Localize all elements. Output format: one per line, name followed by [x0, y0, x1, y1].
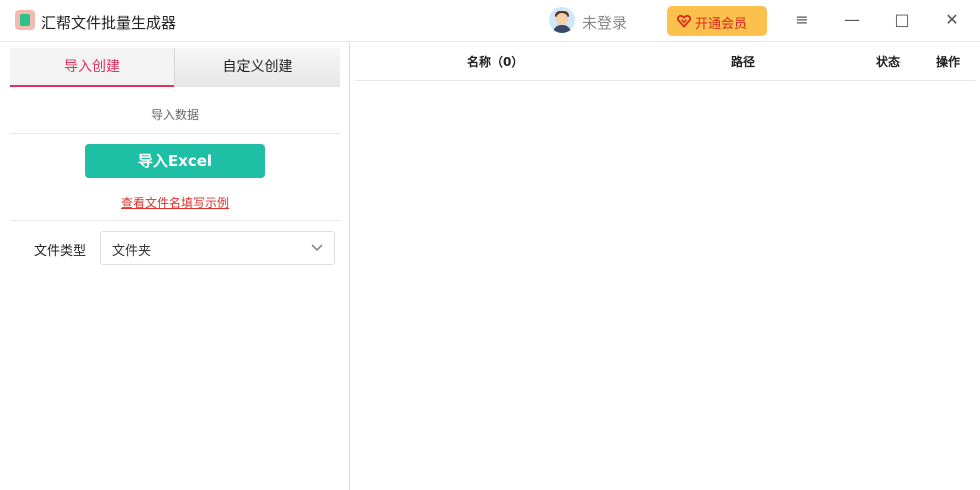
file-type-value: 文件夹	[112, 244, 152, 259]
column-name[interactable]: 名称（0）	[467, 53, 523, 70]
file-type-select[interactable]: 文件夹	[100, 231, 335, 265]
column-status[interactable]: 状态	[876, 53, 900, 70]
tab-custom-create[interactable]: 自定义创建	[174, 48, 340, 87]
divider	[10, 133, 340, 134]
title-bar: 汇帮文件批量生成器 未登录 开通会员 ≡ — □ ✕	[0, 0, 980, 42]
file-type-label: 文件类型	[34, 244, 87, 259]
tab-import-create[interactable]: 导入创建	[10, 48, 174, 87]
menu-icon[interactable]: ≡	[791, 9, 813, 31]
heart-diamond-icon	[677, 14, 691, 28]
column-action[interactable]: 操作	[936, 53, 960, 70]
maximize-icon[interactable]: □	[891, 9, 913, 31]
app-title: 汇帮文件批量生成器	[41, 14, 177, 32]
divider	[10, 220, 340, 221]
chevron-down-icon	[311, 244, 323, 252]
vip-button-label: 开通会员	[695, 17, 748, 32]
app-logo-icon	[15, 10, 35, 30]
minimize-icon[interactable]: —	[841, 9, 863, 31]
import-excel-button[interactable]: 导入Excel	[85, 144, 265, 178]
filename-example-link[interactable]: 查看文件名填写示例	[10, 194, 340, 211]
vip-button[interactable]: 开通会员	[667, 6, 767, 36]
user-avatar-icon[interactable]	[549, 7, 575, 33]
section-label: 导入数据	[150, 108, 199, 122]
column-path[interactable]: 路径	[731, 53, 755, 70]
table-header: 名称（0） 路径 状态 操作	[355, 42, 975, 81]
tab-bar: 导入创建 自定义创建	[10, 48, 340, 87]
close-icon[interactable]: ✕	[941, 9, 963, 31]
login-status[interactable]: 未登录	[582, 12, 627, 33]
left-panel: 导入创建 自定义创建 导入数据 导入Excel 查看文件名填写示例 文件类型 文…	[0, 42, 350, 490]
